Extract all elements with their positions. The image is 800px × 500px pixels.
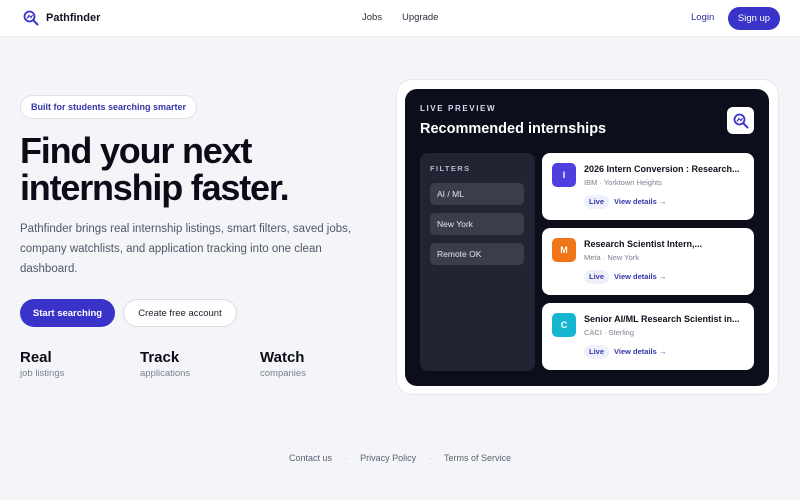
filter-chip-new-york[interactable]: New York xyxy=(430,213,524,235)
card-meta: CACI · Sterling xyxy=(584,328,635,337)
card-title: Senior AI/ML Research Scientist in... xyxy=(584,314,740,324)
status-badge: Live xyxy=(584,345,610,359)
card-title: Research Scientist Intern,... xyxy=(584,239,703,249)
hero-description: Pathfinder brings real internship listin… xyxy=(20,223,352,275)
hero-tagline-pill: Built for students searching smarter xyxy=(20,95,198,119)
nav-link-upgrade[interactable]: Upgrade xyxy=(402,12,438,23)
footer-link-contact[interactable]: Contact us xyxy=(289,453,332,463)
stat-subtitle: applications xyxy=(140,368,191,379)
company-badge: I xyxy=(552,163,576,187)
live-preview-panel: LIVE PREVIEW Recommended internships FIL… xyxy=(405,89,769,386)
view-details-link[interactable]: View details → xyxy=(614,347,666,356)
status-badge: Live xyxy=(584,270,610,284)
footer-link-terms[interactable]: Terms of Service xyxy=(444,453,511,463)
stat-real: Real job listings xyxy=(20,349,64,379)
preview-logo xyxy=(727,107,754,134)
card-meta: Meta · New York xyxy=(584,253,640,262)
magnifier-logo-icon xyxy=(733,113,748,128)
footer: Contact us · Privacy Policy · Terms of S… xyxy=(0,453,800,463)
internship-card[interactable]: I 2026 Intern Conversion : Research... I… xyxy=(542,153,754,220)
company-badge: C xyxy=(552,313,576,337)
card-title: 2026 Intern Conversion : Research... xyxy=(584,164,740,174)
brand-logo[interactable]: Pathfinder xyxy=(22,9,100,27)
nav-link-jobs[interactable]: Jobs xyxy=(362,12,382,23)
filters-label: FILTERS xyxy=(430,164,471,173)
footer-separator: · xyxy=(344,453,348,463)
sign-up-button[interactable]: Sign up xyxy=(728,7,780,30)
stat-title: Watch xyxy=(260,349,305,366)
view-details-link[interactable]: View details → xyxy=(614,197,666,206)
stat-subtitle: job listings xyxy=(20,368,65,379)
stat-subtitle: companies xyxy=(260,368,306,379)
hero-title: Find your next internship faster. xyxy=(20,130,290,208)
preview-title: Recommended internships xyxy=(420,121,607,137)
internship-card[interactable]: C Senior AI/ML Research Scientist in... … xyxy=(542,303,754,370)
stat-title: Track xyxy=(140,349,180,366)
status-badge: Live xyxy=(584,195,610,209)
stat-watch: Watch companies xyxy=(260,349,306,379)
stat-track: Track applications xyxy=(140,349,190,379)
internship-card[interactable]: M Research Scientist Intern,... Meta · N… xyxy=(542,228,754,295)
stat-title: Real xyxy=(20,349,52,366)
create-account-button[interactable]: Create free account xyxy=(123,299,237,327)
company-badge: M xyxy=(552,238,576,262)
magnifier-logo-icon xyxy=(23,10,39,26)
filter-chip-ai-ml[interactable]: AI / ML xyxy=(430,183,524,205)
card-meta: IBM · Yorktown Heights xyxy=(584,178,662,187)
brand-name: Pathfinder xyxy=(46,12,101,24)
footer-link-privacy[interactable]: Privacy Policy xyxy=(360,453,416,463)
live-preview-label: LIVE PREVIEW xyxy=(420,104,497,113)
login-link[interactable]: Login xyxy=(691,12,714,23)
top-nav-bar: Pathfinder Jobs Upgrade Login Sign up xyxy=(0,0,800,37)
footer-separator: · xyxy=(428,453,432,463)
view-details-link[interactable]: View details → xyxy=(614,272,666,281)
filters-panel: FILTERS AI / ML New York Remote OK xyxy=(420,153,535,371)
start-searching-button[interactable]: Start searching xyxy=(20,299,115,327)
filter-chip-remote[interactable]: Remote OK xyxy=(430,243,524,265)
